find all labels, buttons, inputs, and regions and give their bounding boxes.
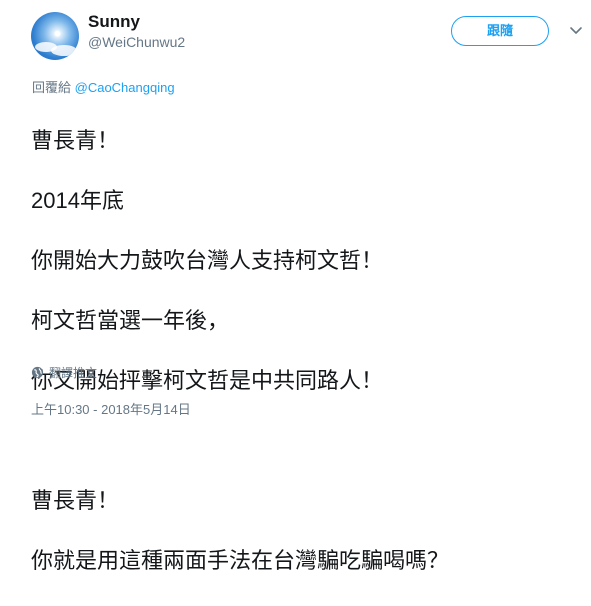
reply-context: 回覆給 @CaoChangqing bbox=[32, 77, 175, 96]
chevron-down-icon[interactable] bbox=[568, 22, 584, 38]
avatar[interactable] bbox=[31, 12, 79, 60]
tweet-line: 柯文哲當選一年後， bbox=[31, 308, 230, 333]
tweet-text: 曹長青！ 2014年底 你開始大力鼓吹台灣人支持柯文哲！ 柯文哲當選一年後， 你… bbox=[31, 96, 571, 606]
tweet-line: 2014年底 bbox=[31, 188, 124, 213]
reply-prefix: 回覆給 bbox=[32, 80, 75, 95]
display-name[interactable]: Sunny bbox=[88, 12, 140, 32]
tweet-line: 你又開始抨擊柯文哲是中共同路人！ bbox=[31, 368, 384, 393]
tweet-timestamp[interactable]: 上午10:30 - 2018年5月14日 bbox=[31, 399, 191, 418]
tweet-line: 你就是用這種兩面手法在台灣騙吃騙喝嗎？ bbox=[31, 548, 450, 573]
tweet-line: 你開始大力鼓吹台灣人支持柯文哲！ bbox=[31, 248, 384, 273]
reply-mention-link[interactable]: @CaoChangqing bbox=[75, 80, 175, 95]
tweet-line: 曹長青！ bbox=[31, 488, 120, 513]
avatar-cloud bbox=[51, 45, 77, 56]
translate-label: 翻譯推文 bbox=[49, 366, 98, 380]
tweet-line: 曹長青！ bbox=[31, 128, 120, 153]
globe-icon bbox=[31, 366, 44, 379]
user-handle[interactable]: @WeiChunwu2 bbox=[88, 34, 185, 50]
translate-tweet-link[interactable]: 翻譯推文 bbox=[31, 364, 97, 381]
follow-button[interactable]: 跟隨 bbox=[451, 16, 549, 46]
